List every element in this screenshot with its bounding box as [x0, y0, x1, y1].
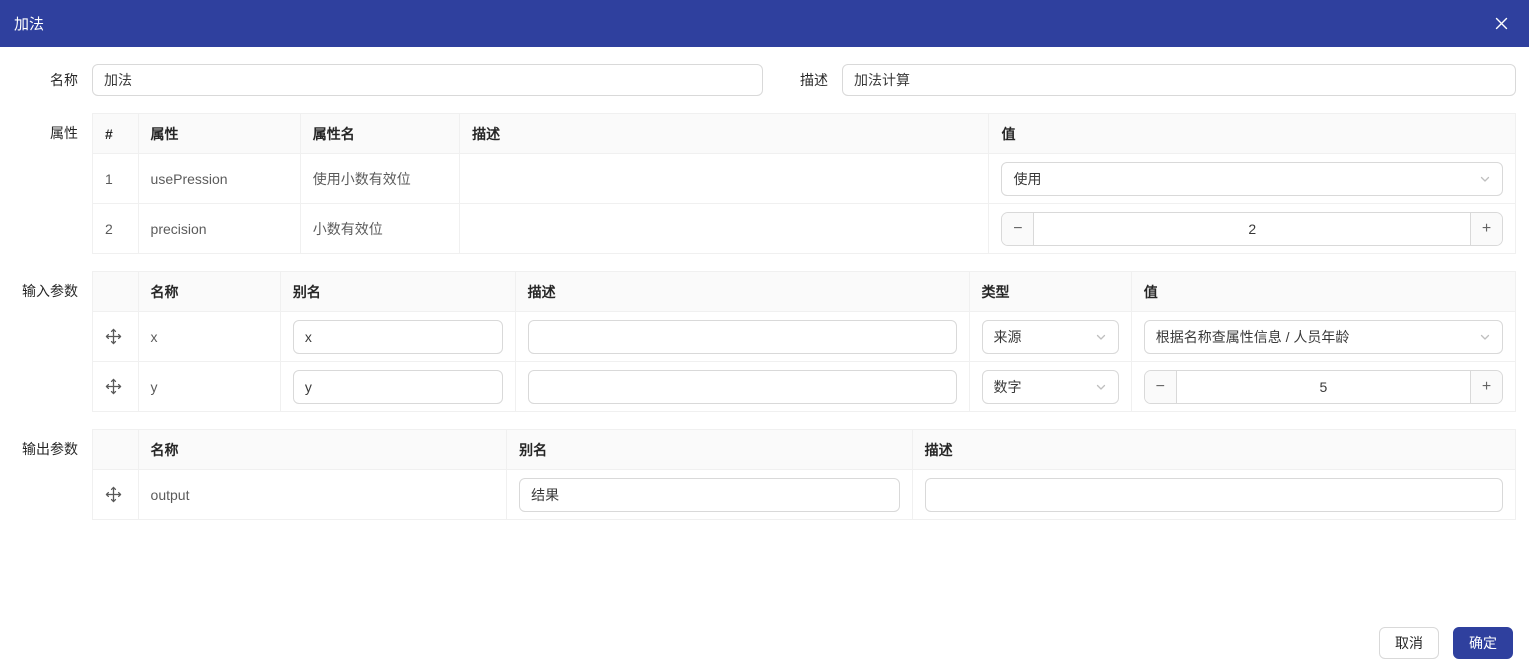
precision-value-input[interactable]	[1034, 212, 1470, 245]
attr-desc-cell	[459, 153, 990, 204]
value-select[interactable]: 根据名称查属性信息 / 人员年龄	[1143, 319, 1503, 354]
attributes-table: # 属性 属性名 描述 值 1 usePression 使用小数有效位 使用 2…	[92, 113, 1516, 254]
plus-button[interactable]: +	[1470, 370, 1502, 403]
input-params-section-label: 输入参数	[22, 283, 78, 299]
row-index: 1	[92, 153, 139, 204]
drag-handle-icon[interactable]	[105, 486, 122, 503]
close-icon[interactable]	[1489, 12, 1513, 36]
attributes-header-row: # 属性 属性名 描述 值	[92, 113, 1516, 154]
name-desc-row: 名称 描述	[0, 64, 1516, 96]
param-name-cell: output	[137, 469, 508, 520]
col-desc: 描述	[911, 429, 1517, 470]
table-row: 2 precision 小数有效位 − +	[92, 203, 1516, 254]
attr-desc-cell	[459, 203, 990, 254]
input-params-section: 输入参数 名称 别名 描述 类型 值 x x 来源 根据名称查属性信息 / 人员…	[0, 271, 1517, 412]
name-input[interactable]	[92, 64, 763, 96]
dialog-body: 名称 描述 属性 # 属性 属性名 描述 值	[0, 47, 1529, 520]
desc-input[interactable]	[924, 477, 1503, 512]
chevron-down-icon	[1095, 381, 1107, 393]
minus-button[interactable]: −	[1144, 370, 1177, 403]
cancel-button[interactable]: 取消	[1379, 627, 1439, 659]
input-params-table: 名称 别名 描述 类型 值 x x 来源 根据名称查属性信息 / 人员年龄 y …	[92, 271, 1517, 412]
col-drag	[92, 271, 139, 312]
col-type: 类型	[968, 271, 1132, 312]
col-desc: 描述	[514, 271, 970, 312]
param-name-cell: x	[137, 311, 281, 362]
col-name: 名称	[137, 429, 508, 470]
table-row: output	[92, 469, 1517, 520]
col-value: 值	[988, 113, 1516, 154]
desc-input[interactable]	[842, 64, 1516, 96]
output-params-section-label: 输出参数	[22, 441, 78, 457]
type-select[interactable]: 数字	[981, 369, 1119, 404]
param-name-cell: y	[137, 361, 281, 412]
attr-label-cell: 小数有效位	[299, 203, 461, 254]
attributes-section: 属性 # 属性 属性名 描述 值 1 usePression 使用小数有效位 使…	[0, 113, 1516, 254]
chevron-down-icon	[1479, 331, 1491, 343]
col-desc: 描述	[459, 113, 990, 154]
attr-name-cell: precision	[137, 203, 301, 254]
col-drag	[92, 429, 139, 470]
precision-stepper[interactable]: − +	[1001, 211, 1503, 246]
output-params-table: 名称 别名 描述 output	[92, 429, 1517, 520]
dialog-titlebar: 加法	[0, 0, 1529, 47]
col-value: 值	[1130, 271, 1517, 312]
type-select-value: 数字	[993, 378, 1022, 395]
attributes-section-label: 属性	[50, 125, 78, 141]
table-row: x 来源	[92, 311, 1517, 362]
drag-handle-icon[interactable]	[105, 378, 122, 395]
col-index: #	[92, 113, 139, 154]
use-precision-select[interactable]: 使用	[1001, 161, 1503, 196]
alias-input[interactable]	[292, 369, 503, 404]
chevron-down-icon	[1095, 331, 1107, 343]
name-label: 名称	[50, 72, 78, 88]
type-select-value: 来源	[993, 328, 1022, 345]
chevron-down-icon	[1479, 173, 1491, 185]
desc-input[interactable]	[527, 319, 957, 354]
output-params-section: 输出参数 名称 别名 描述 output 结果	[0, 429, 1517, 520]
alias-input[interactable]	[292, 319, 503, 354]
use-precision-select-value: 使用	[1013, 170, 1042, 187]
dialog-footer: 取消 确定	[1379, 627, 1513, 659]
confirm-button[interactable]: 确定	[1453, 627, 1513, 659]
attr-name-cell: usePression	[137, 153, 301, 204]
table-row: y 数字	[92, 361, 1517, 412]
value-select-value: 根据名称查属性信息 / 人员年龄	[1155, 328, 1350, 345]
attr-label-cell: 使用小数有效位	[299, 153, 461, 204]
plus-button[interactable]: +	[1470, 212, 1502, 245]
value-stepper[interactable]: − +	[1143, 369, 1503, 404]
output-params-header-row: 名称 别名 描述	[92, 429, 1517, 470]
minus-button[interactable]: −	[1002, 212, 1035, 245]
col-alias: 别名	[506, 429, 913, 470]
col-attr-name: 属性名	[299, 113, 461, 154]
desc-input[interactable]	[527, 369, 957, 404]
addition-dialog: 加法 名称 描述 属性 # 属性 属性名	[0, 0, 1529, 671]
desc-label: 描述	[800, 72, 828, 88]
dialog-title: 加法	[14, 16, 45, 33]
drag-handle-icon[interactable]	[105, 328, 122, 345]
row-index: 2	[92, 203, 139, 254]
col-name: 名称	[137, 271, 281, 312]
value-number-input[interactable]	[1176, 370, 1470, 403]
table-row: 1 usePression 使用小数有效位 使用	[92, 153, 1516, 204]
type-select[interactable]: 来源	[981, 319, 1119, 354]
alias-input[interactable]	[519, 477, 900, 512]
col-alias: 别名	[279, 271, 516, 312]
col-attr: 属性	[137, 113, 301, 154]
input-params-header-row: 名称 别名 描述 类型 值	[92, 271, 1517, 312]
